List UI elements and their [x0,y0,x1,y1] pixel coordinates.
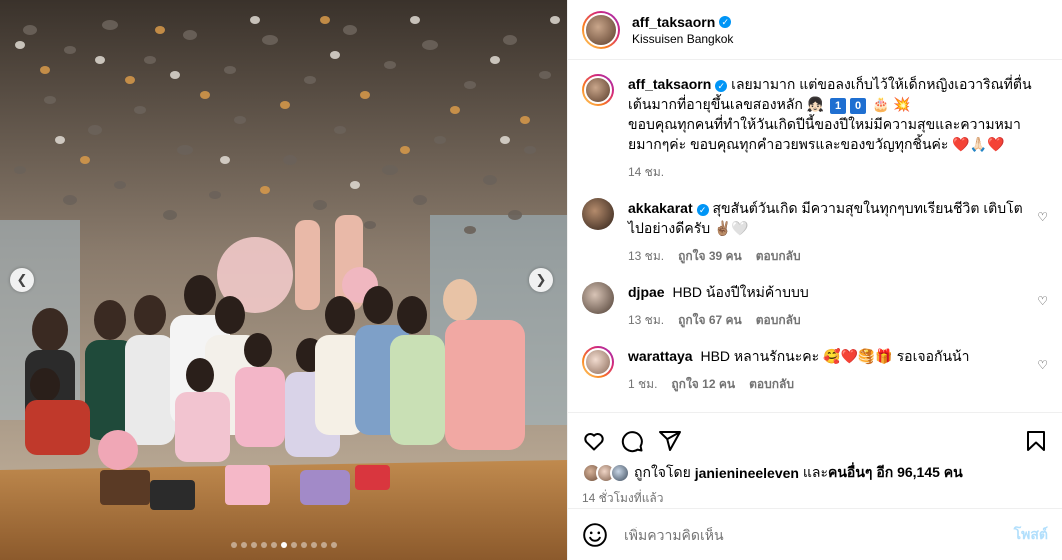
liker-avatar [610,463,630,483]
commenter-username[interactable]: warattaya [628,348,693,364]
carousel-dot [300,542,307,548]
post-timestamp[interactable]: 14 ชั่วโมงที่แล้ว [582,489,1048,508]
sparkle-emoji-icon: 💥 [893,96,911,112]
share-icon[interactable] [658,429,682,453]
reply-button[interactable]: ตอบกลับ [756,310,801,330]
keycap-zero-icon: 0 [850,98,867,114]
comment-icon[interactable] [620,429,644,453]
carousel-dot [290,542,297,548]
post-header: aff_taksaorn ✓ Kissuisen Bangkok [568,0,1062,60]
likes-others[interactable]: คนอื่นๆ อีก 96,145 คน [828,462,963,484]
add-comment-bar: โพสต์ [568,508,1062,560]
carousel-dot [230,542,237,548]
caption-time[interactable]: 14 ชม. [628,162,664,182]
author-avatar[interactable] [582,74,614,106]
heart-emoji-icon: ❤️ [952,136,970,152]
verified-badge-icon: ✓ [715,80,728,92]
carousel-dot [260,542,267,548]
comment-likes[interactable]: ถูกใจ 12 คน [671,374,735,394]
carousel-dot [240,542,247,548]
likes-summary: ถูกใจโดย janienineeleven และ คนอื่นๆ อีก … [582,461,1048,485]
post-location[interactable]: Kissuisen Bangkok [632,32,733,46]
woman-emoji-icon: 👧🏻 [806,96,825,112]
likes-prefix: ถูกใจโดย [634,464,691,480]
post-actions: ถูกใจโดย janienineeleven และ คนอื่นๆ อีก … [568,412,1062,508]
comment-text: HBD น้องปีใหม่ค้าบบบ [672,284,809,300]
commenter-avatar[interactable] [582,282,614,314]
caption-username[interactable]: aff_taksaorn [628,76,711,92]
comment-time[interactable]: 13 ชม. [628,310,664,330]
post-panel: aff_taksaorn ✓ Kissuisen Bangkok aff_tak… [567,0,1062,560]
carousel-dot [320,542,327,548]
next-slide-button[interactable]: ❯ [529,268,553,292]
author-avatar[interactable] [582,10,620,49]
carousel-dot [280,542,287,548]
comment-item: djpae HBD น้องปีใหม่ค้าบบบ 13 ชม. ถูกใจ … [582,282,1048,330]
commenter-username[interactable]: akkakarat [628,200,693,216]
carousel-indicator [0,542,567,548]
party-photo [0,0,567,560]
comment-like-heart-icon[interactable]: ♡ [1037,358,1048,372]
author-username[interactable]: aff_taksaorn [632,14,715,30]
post-media[interactable]: ❮ ❯ [0,0,567,560]
liker-username[interactable]: janienineeleven [695,465,799,481]
reply-button[interactable]: ตอบกลับ [756,246,801,266]
comment-text: HBD หลานรักนะคะ 🥰❤️🥞🎁 รอเจอกันน้า [700,348,970,364]
comment-likes[interactable]: ถูกใจ 67 คน [678,310,742,330]
commenter-username[interactable]: djpae [628,284,665,300]
comment-time[interactable]: 1 ชม. [628,374,657,394]
verified-badge-icon: ✓ [719,15,732,28]
carousel-dot [330,542,337,548]
likes-middle: และ [802,464,828,480]
carousel-dot [270,542,277,548]
comment-like-heart-icon[interactable]: ♡ [1037,294,1048,308]
comment-likes[interactable]: ถูกใจ 39 คน [678,246,742,266]
previous-slide-button[interactable]: ❮ [10,268,34,292]
comment-time[interactable]: 13 ชม. [628,246,664,266]
keycap-one-icon: 1 [830,98,847,114]
reply-button[interactable]: ตอบกลับ [749,374,794,394]
commenter-avatar[interactable] [582,346,614,378]
comment-like-heart-icon[interactable]: ♡ [1037,210,1048,224]
heart-emoji-icon: ❤️ [987,136,1005,152]
commenter-avatar[interactable] [582,198,614,230]
pray-emoji-icon: 🙏🏻 [969,136,988,152]
verified-badge-icon: ✓ [696,204,709,216]
comments-list: aff_taksaorn ✓ เลยมามาก แต่ขอลงเก็บไว้ให้… [568,60,1062,412]
carousel-dot [250,542,257,548]
caption: aff_taksaorn ✓ เลยมามาก แต่ขอลงเก็บไว้ให้… [582,74,1048,182]
comment-item: warattaya HBD หลานรักนะคะ 🥰❤️🥞🎁 รอเจอกัน… [582,346,1048,394]
comment-input[interactable] [624,526,1014,543]
bookmark-icon[interactable] [1024,429,1048,453]
carousel-dot [310,542,317,548]
post-comment-button[interactable]: โพสต์ [1014,524,1048,546]
heart-icon[interactable] [582,429,606,453]
emoji-icon[interactable] [582,522,608,548]
comment-item: akkakarat ✓ สุขสันต์วันเกิด มีความสุขในทุ… [582,198,1048,266]
cake-emoji-icon: 🎂 [871,96,890,112]
